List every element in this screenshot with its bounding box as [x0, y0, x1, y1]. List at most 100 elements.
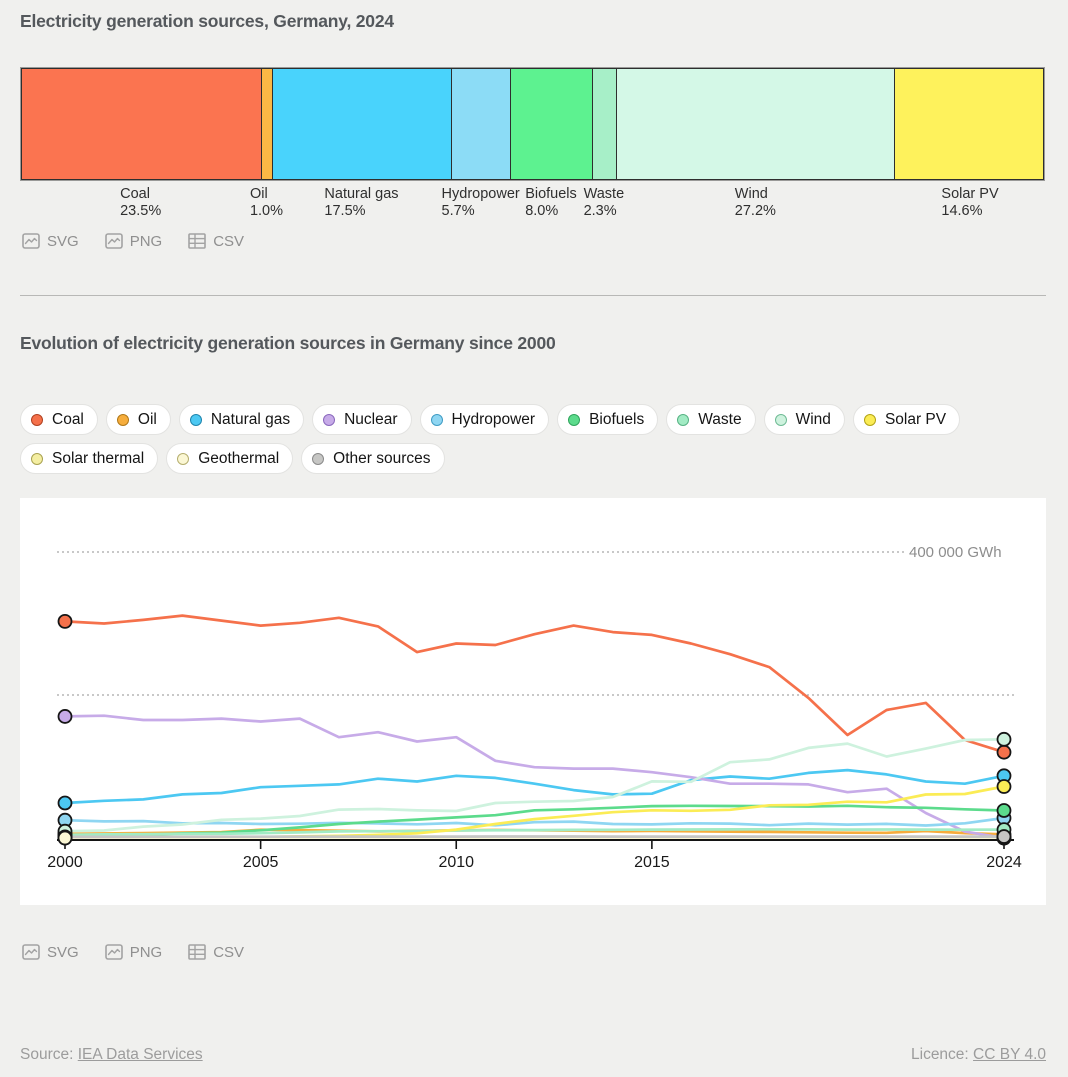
legend-label: Natural gas	[211, 411, 290, 429]
bar-segment-wind[interactable]	[616, 68, 894, 180]
marker-coal-2024[interactable]	[998, 746, 1011, 759]
legend-item-other-sources[interactable]: Other sources	[301, 443, 444, 474]
legend-item-biofuels[interactable]: Biofuels	[557, 404, 658, 435]
export-svg-button[interactable]: SVG	[22, 944, 79, 961]
image-icon	[105, 944, 123, 960]
stacked-bar	[20, 67, 1045, 181]
bar-label-name: Waste	[584, 186, 625, 203]
image-icon	[22, 233, 40, 249]
bar-segment-waste[interactable]	[592, 68, 617, 180]
marker-solar-pv-2024[interactable]	[998, 780, 1011, 793]
gridline-label: 400 000 GWh	[909, 544, 1002, 561]
bar-label-natural-gas: Natural gas17.5%	[324, 186, 398, 220]
bar-label-biofuels: Biofuels8.0%	[525, 186, 577, 220]
legend-label: Solar PV	[885, 411, 946, 429]
bar-label-value: 5.7%	[442, 203, 520, 220]
legend-item-wind[interactable]: Wind	[764, 404, 845, 435]
legend-dot-oil	[117, 414, 129, 426]
bar-label-oil: Oil1.0%	[250, 186, 283, 220]
marker-natural-gas-2000[interactable]	[59, 796, 72, 809]
marker-coal-2000[interactable]	[59, 615, 72, 628]
legend-label: Nuclear	[344, 411, 397, 429]
page-title: Electricity generation sources, Germany,…	[20, 11, 394, 32]
marker-other-sources-2024[interactable]	[998, 830, 1011, 843]
legend-item-waste[interactable]: Waste	[666, 404, 755, 435]
bar-label-name: Hydropower	[442, 186, 520, 203]
legend-item-geothermal[interactable]: Geothermal	[166, 443, 293, 474]
marker-geothermal-2000[interactable]	[59, 832, 72, 845]
export-toolbar-bottom: SVG PNG CSV	[22, 940, 244, 964]
line-chart[interactable]: 400 000 GWh20002005201020152024	[20, 498, 1046, 905]
export-button-label: SVG	[47, 944, 79, 961]
legend-label: Biofuels	[589, 411, 644, 429]
bar-segment-natural-gas[interactable]	[272, 68, 452, 180]
bar-segment-coal[interactable]	[21, 68, 262, 180]
export-png-button[interactable]: PNG	[105, 944, 163, 961]
legend-dot-geothermal	[177, 453, 189, 465]
series-line-wind[interactable]	[65, 739, 1004, 831]
bar-label-value: 27.2%	[735, 203, 776, 220]
source-text: Source: IEA Data Services	[20, 1046, 203, 1064]
export-button-label: CSV	[213, 944, 244, 961]
legend-dot-coal	[31, 414, 43, 426]
export-button-label: SVG	[47, 233, 79, 250]
export-toolbar-top: SVG PNG CSV	[22, 229, 244, 253]
legend-label: Hydropower	[452, 411, 536, 429]
source-link[interactable]: IEA Data Services	[78, 1046, 203, 1063]
export-csv-button[interactable]: CSV	[188, 233, 244, 250]
chart-legend: Coal Oil Natural gas Nuclear Hydropower Biofu…	[20, 404, 1052, 474]
licence-text: Licence: CC BY 4.0	[911, 1046, 1046, 1064]
legend-dot-waste	[677, 414, 689, 426]
marker-wind-2024[interactable]	[998, 733, 1011, 746]
series-line-natural-gas[interactable]	[65, 770, 1004, 803]
image-icon	[105, 233, 123, 249]
stacked-bar-labels: Coal23.5% Oil1.0% Natural gas17.5% Hydropow…	[20, 186, 1045, 222]
legend-item-oil[interactable]: Oil	[106, 404, 171, 435]
table-icon	[188, 944, 206, 960]
legend-item-nuclear[interactable]: Nuclear	[312, 404, 411, 435]
x-tick-label-2010: 2010	[438, 854, 474, 871]
section-divider	[20, 295, 1046, 296]
export-png-button[interactable]: PNG	[105, 233, 163, 250]
bar-label-wind: Wind27.2%	[735, 186, 776, 220]
bar-label-solar-pv: Solar PV14.6%	[941, 186, 998, 220]
bar-label-name: Oil	[250, 186, 283, 203]
bar-segment-hydropower[interactable]	[451, 68, 511, 180]
marker-biofuels-2024[interactable]	[998, 804, 1011, 817]
x-tick-label-2000: 2000	[47, 854, 83, 871]
x-tick-label-2005: 2005	[243, 854, 279, 871]
bar-label-value: 17.5%	[324, 203, 398, 220]
legend-label: Solar thermal	[52, 450, 144, 468]
legend-dot-wind	[775, 414, 787, 426]
legend-dot-natural-gas	[190, 414, 202, 426]
legend-label: Coal	[52, 411, 84, 429]
legend-item-natural-gas[interactable]: Natural gas	[179, 404, 304, 435]
x-tick-label-2015: 2015	[634, 854, 670, 871]
line-chart-card[interactable]: 400 000 GWh20002005201020152024	[20, 498, 1046, 905]
bar-label-name: Natural gas	[324, 186, 398, 203]
bar-segment-solar-pv[interactable]	[894, 68, 1044, 180]
bar-label-value: 8.0%	[525, 203, 577, 220]
licence-link[interactable]: CC BY 4.0	[973, 1046, 1046, 1063]
legend-item-solar-thermal[interactable]: Solar thermal	[20, 443, 158, 474]
legend-label: Waste	[698, 411, 741, 429]
bar-label-value: 23.5%	[120, 203, 161, 220]
export-svg-button[interactable]: SVG	[22, 233, 79, 250]
legend-item-coal[interactable]: Coal	[20, 404, 98, 435]
footer: Source: IEA Data Services Licence: CC BY…	[20, 1046, 1046, 1064]
legend-item-hydropower[interactable]: Hydropower	[420, 404, 550, 435]
bar-label-name: Biofuels	[525, 186, 577, 203]
series-line-coal[interactable]	[65, 616, 1004, 753]
bar-label-value: 14.6%	[941, 203, 998, 220]
bar-segment-biofuels[interactable]	[510, 68, 593, 180]
export-csv-button[interactable]: CSV	[188, 944, 244, 961]
export-button-label: PNG	[130, 944, 163, 961]
bar-label-coal: Coal23.5%	[120, 186, 161, 220]
export-button-label: CSV	[213, 233, 244, 250]
bar-label-value: 1.0%	[250, 203, 283, 220]
legend-dot-solar-pv	[864, 414, 876, 426]
chart-page: Electricity generation sources, Germany,…	[0, 0, 1068, 1077]
marker-nuclear-2000[interactable]	[59, 710, 72, 723]
legend-dot-biofuels	[568, 414, 580, 426]
legend-item-solar-pv[interactable]: Solar PV	[853, 404, 960, 435]
